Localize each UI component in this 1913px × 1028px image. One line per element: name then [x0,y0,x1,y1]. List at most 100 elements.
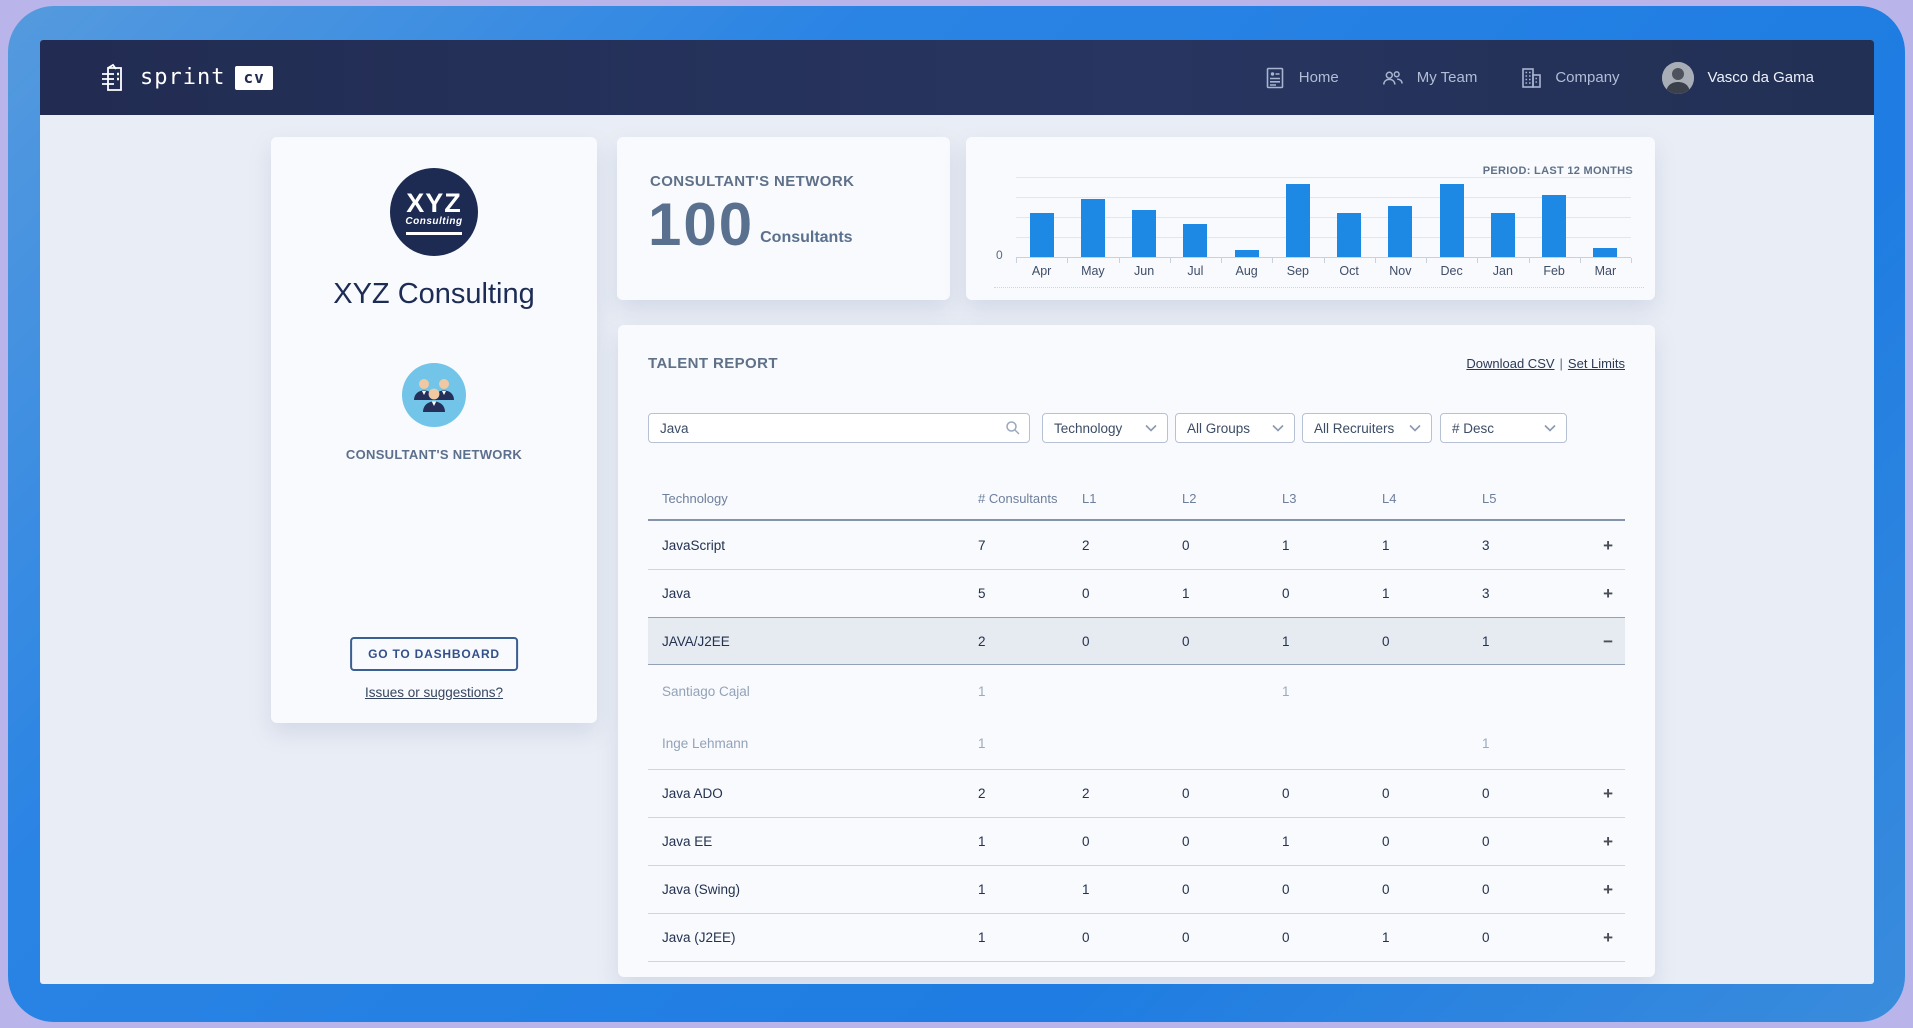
expand-row-button[interactable]: + [1603,585,1625,602]
consultants-cell: 5 [978,586,1082,601]
table-row-java-swing-: Java (Swing)110000+ [648,865,1625,913]
expand-row-button[interactable]: + [1603,537,1625,554]
axis-tick [1324,258,1325,263]
chart-y-zero-label: 0 [996,248,1003,262]
chart-bar-feb [1542,195,1566,257]
expand-row-button[interactable]: + [1603,929,1625,946]
l5-cell: 1 [1482,634,1582,649]
consultants-cell: 2 [978,634,1082,649]
nav-company-label: Company [1555,69,1619,86]
consultants-network-card: CONSULTANT'S NETWORK 100 Consultants [617,137,950,300]
consultant-name[interactable]: Inge Lehmann [648,736,978,751]
l3-cell: 1 [1282,538,1382,553]
chart-bar-aug [1235,250,1259,257]
nav-my-team[interactable]: My Team [1381,66,1478,90]
collapse-row-button[interactable]: − [1603,633,1625,650]
chart-x-axis [1016,257,1631,258]
l3-cell: 0 [1282,930,1382,945]
nav-home[interactable]: Home [1263,66,1339,90]
sort-filter-select[interactable]: # Desc [1440,413,1567,443]
chart-period-label: PERIOD: LAST 12 MONTHS [1483,165,1633,177]
expand-row-button[interactable]: + [1603,833,1625,850]
chart-bar-slot [1016,177,1067,257]
company-name: XYZ Consulting [271,278,597,311]
l1-cell: 1 [1082,882,1182,897]
l2-cell: 0 [1182,538,1282,553]
table-end-line [648,961,1625,962]
chart-dotted-baseline [994,287,1644,288]
l1-cell: 0 [1082,586,1182,601]
axis-tick [1375,258,1376,263]
groups-filter-select[interactable]: All Groups [1175,413,1295,443]
chart-month-labels: AprMayJunJulAugSepOctNovDecJanFebMar [1016,264,1631,278]
search-input[interactable] [648,413,1030,443]
l5-cell: 0 [1482,834,1582,849]
consultant-name[interactable]: Santiago Cajal [648,684,978,699]
l5-cell: 1 [1482,736,1582,751]
links-separator: | [1560,356,1563,371]
company-building-icon [1519,66,1543,90]
technology-filter-select[interactable]: Technology [1042,413,1168,443]
l3-cell: 0 [1282,882,1382,897]
consultants-count: 100 [648,195,754,255]
nav-company[interactable]: Company [1519,66,1619,90]
set-limits-link[interactable]: Set Limits [1568,356,1625,371]
l1-cell: 0 [1082,930,1182,945]
chevron-down-icon [1272,424,1284,432]
chart-bar-slot [1426,177,1477,257]
axis-tick [1067,258,1068,263]
axis-tick [1221,258,1222,263]
consultants-cell: 2 [978,786,1082,801]
expand-row-button[interactable]: + [1603,785,1625,802]
col-l5: L5 [1482,491,1582,506]
chart-plot [1016,177,1631,257]
chart-bar-jan [1491,213,1515,257]
axis-tick [1580,258,1581,263]
axis-tick [1170,258,1171,263]
consultants-network-label: CONSULTANT'S NETWORK [271,447,597,462]
brand-logo[interactable]: sprint cv [98,62,273,94]
l4-cell: 1 [1382,586,1482,601]
table-row-javascript: JavaScript720113+ [648,521,1625,569]
l1-cell: 2 [1082,538,1182,553]
chart-bar-slot [1119,177,1170,257]
chevron-down-icon [1145,424,1157,432]
brand-name: sprint [140,65,225,90]
chart-bar-slot [1272,177,1323,257]
l2-cell: 0 [1182,634,1282,649]
l2-cell: 0 [1182,930,1282,945]
col-l1: L1 [1082,491,1182,506]
l2-cell: 1 [1182,586,1282,601]
user-menu[interactable]: Vasco da Gama [1662,62,1814,94]
recruiters-filter-select[interactable]: All Recruiters [1302,413,1432,443]
month-label: Sep [1272,264,1323,278]
search-box [648,413,1030,443]
l5-cell: 3 [1482,538,1582,553]
consultants-count-unit: Consultants [760,229,852,247]
talent-table-header: Technology # Consultants L1 L2 L3 L4 L5 [648,477,1625,521]
go-to-dashboard-button[interactable]: GO TO DASHBOARD [350,637,518,671]
company-profile-card: XYZ Consulting XYZ Consulting [271,137,597,723]
technology-cell: JavaScript [648,538,978,553]
consultants-cell: 1 [978,684,1082,699]
consultant-row-inge-lehmann: Inge Lehmann11 [648,717,1625,769]
l2-cell: 0 [1182,786,1282,801]
axis-tick [1119,258,1120,263]
team-icon [1381,66,1405,90]
browser-frame: sprint cv Home [8,6,1905,1022]
chart-bar-slot [1324,177,1375,257]
user-name: Vasco da Gama [1708,69,1814,86]
issues-suggestions-link[interactable]: Issues or suggestions? [365,685,503,700]
chart-bar-slot [1170,177,1221,257]
technology-cell: Java (Swing) [648,882,978,897]
l3-cell: 1 [1282,634,1382,649]
consultants-network-icon [402,363,466,427]
download-csv-link[interactable]: Download CSV [1466,356,1554,371]
l5-cell: 3 [1482,586,1582,601]
table-row-java-ee: Java EE100100+ [648,817,1625,865]
technology-cell: Java (J2EE) [648,930,978,945]
expand-row-button[interactable]: + [1603,881,1625,898]
technology-cell: Java [648,586,978,601]
month-label: Jan [1477,264,1528,278]
app-window: sprint cv Home [40,40,1874,984]
